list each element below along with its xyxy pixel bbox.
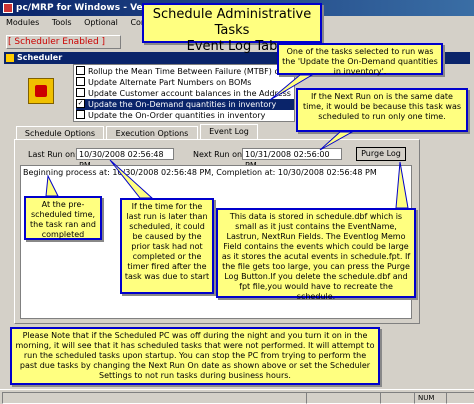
scheduler-clock-icon <box>28 78 54 104</box>
task-item[interactable]: Update Alternate Part Numbers on BOMs <box>76 77 294 88</box>
status-bar: NUM <box>0 389 474 404</box>
next-run-callout: If the Next Run on is the same date time… <box>296 88 468 132</box>
checkbox-icon[interactable] <box>76 66 85 75</box>
checkbox-icon[interactable] <box>76 88 85 97</box>
storage-callout: This data is stored in schedule.dbf whic… <box>216 208 416 301</box>
scheduler-window-icon <box>6 54 14 62</box>
checkbox-icon[interactable] <box>76 110 85 119</box>
menu-modules[interactable]: Modules <box>6 18 39 27</box>
later-run-callout: If the time for the last run is later th… <box>120 198 214 294</box>
status-num: NUM <box>414 392 447 404</box>
selected-task-callout: One of the tasks selected to run was the… <box>277 43 443 76</box>
app-icon <box>3 3 13 13</box>
checkbox-icon[interactable] <box>76 77 85 86</box>
next-run-field[interactable]: 10/31/2008 02:56:00 PM <box>242 148 342 170</box>
task-item[interactable]: Update the On-Order quantities in invent… <box>76 110 294 121</box>
scheduler-status: [ Scheduler Enabled ] <box>8 37 106 47</box>
last-run-label: Last Run on: <box>28 150 78 159</box>
menu-tools[interactable]: Tools <box>52 18 72 27</box>
tab-event-log[interactable]: Event Log <box>200 124 258 140</box>
pre-scheduled-callout: At the pre-scheduled time, the task ran … <box>24 196 102 240</box>
status-cell-3 <box>380 392 415 404</box>
status-cell-main <box>2 392 307 404</box>
heading-callout: Schedule Administrative Tasks Event Log … <box>142 3 322 54</box>
task-item[interactable]: Rollup the Mean Time Between Failure (MT… <box>76 66 294 77</box>
status-cell-2 <box>306 392 381 404</box>
task-list[interactable]: Rollup the Mean Time Between Failure (MT… <box>73 64 295 122</box>
note-callout: Please Note that if the Scheduled PC was… <box>10 327 380 385</box>
last-run-field[interactable]: 10/30/2008 02:56:48 PM <box>76 148 174 170</box>
next-run-label: Next Run on: <box>193 150 245 159</box>
task-item-selected[interactable]: ✓ Update the On-Demand quantities in inve… <box>76 99 294 110</box>
purge-log-button[interactable]: Purge Log <box>356 147 406 161</box>
menu-optional[interactable]: Optional <box>84 18 118 27</box>
checkbox-checked-icon[interactable]: ✓ <box>76 99 85 108</box>
task-item[interactable]: Update Customer account balances in the … <box>76 88 294 99</box>
log-text: Beginning process at: 10/30/2008 02:56:4… <box>23 168 377 177</box>
scheduler-title: Scheduler <box>17 53 63 62</box>
status-cell-5 <box>446 392 474 404</box>
tab-execution-options[interactable]: Execution Options <box>106 126 198 139</box>
tab-schedule-options[interactable]: Schedule Options <box>16 126 104 139</box>
